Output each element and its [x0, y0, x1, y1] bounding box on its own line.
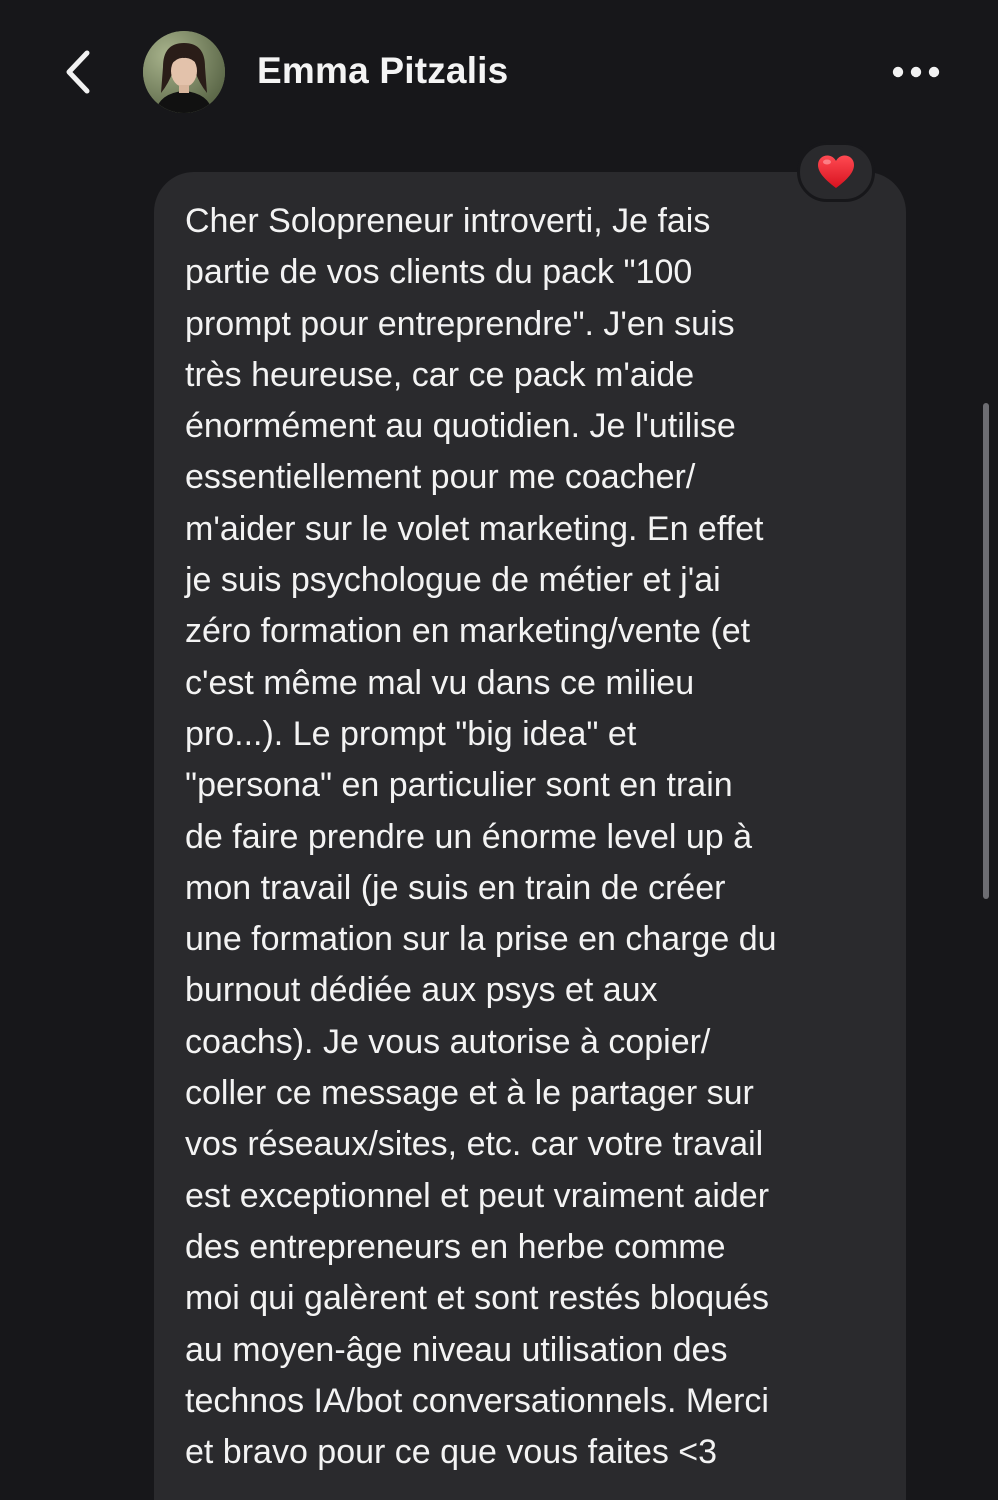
message-text: Cher Solopreneur introverti, Je fais par… [185, 202, 777, 1472]
message-bubble[interactable]: Cher Solopreneur introverti, Je fais par… [154, 172, 906, 1500]
contact-name[interactable]: Emma Pitzalis [257, 50, 508, 92]
chevron-left-icon [66, 50, 90, 94]
back-button[interactable] [52, 44, 104, 100]
ellipsis-horizontal-icon [892, 66, 940, 78]
reaction-badge[interactable] [797, 142, 875, 202]
profile-photo [143, 31, 225, 113]
scrollbar[interactable] [983, 403, 989, 899]
heart-icon [818, 155, 854, 188]
chat-header: Emma Pitzalis [0, 0, 998, 140]
avatar[interactable] [143, 31, 225, 113]
more-options-button[interactable] [884, 54, 948, 90]
